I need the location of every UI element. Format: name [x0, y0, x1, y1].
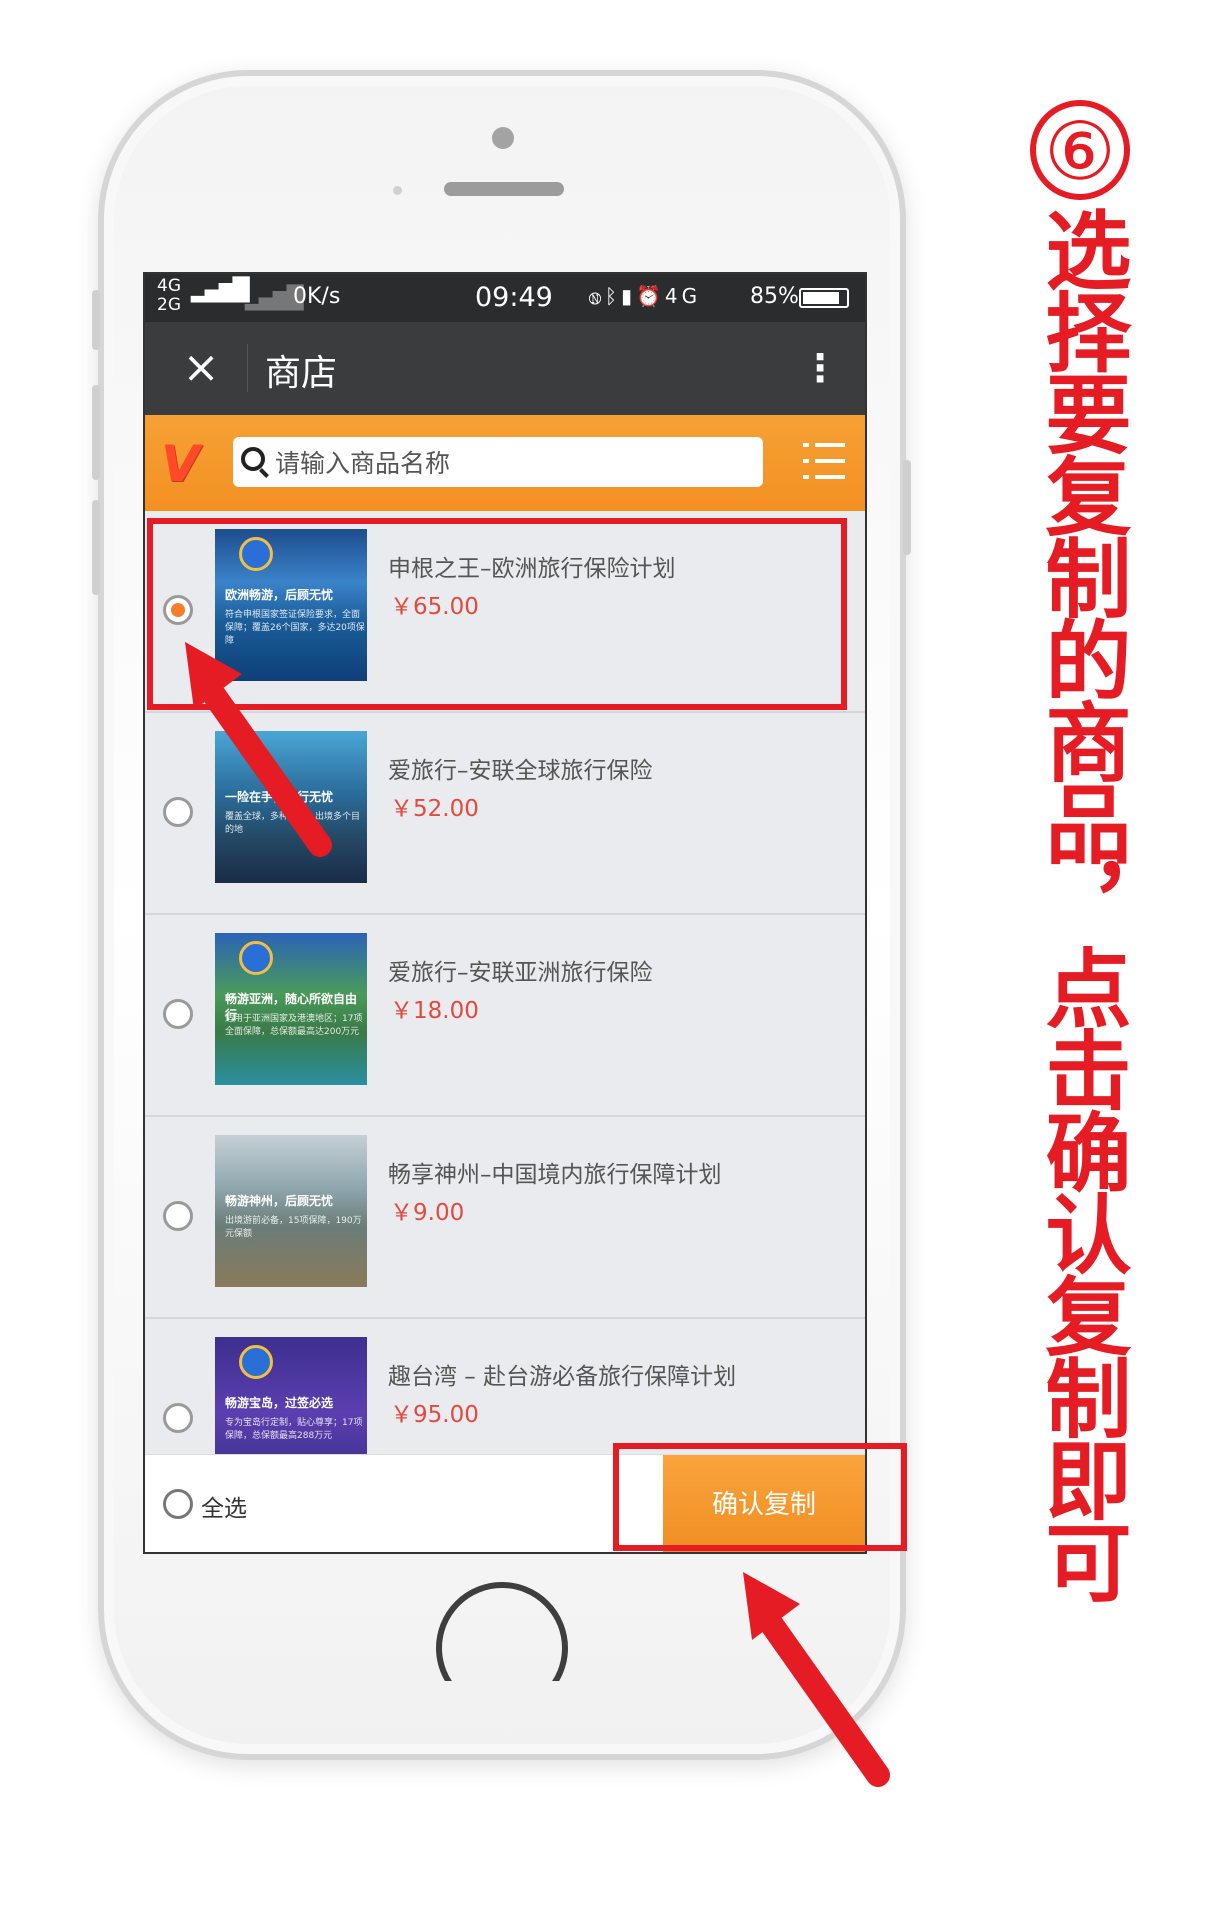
product-thumbnail: 畅游亚洲，随心所欲自由行 适用于亚洲国家及港澳地区；17项全面保障，总保额最高达…: [215, 933, 367, 1085]
title-divider: [247, 344, 248, 392]
power-button: [903, 460, 911, 555]
thumb-subcaption: 专为宝岛行定制，贴心尊享；17项保障，总保额最高288万元: [225, 1418, 363, 1441]
product-row[interactable]: 畅游亚洲，随心所欲自由行 适用于亚洲国家及港澳地区；17项全面保障，总保额最高达…: [145, 915, 865, 1117]
product-price: ￥9.00: [390, 1200, 465, 1226]
arrow-to-radio-icon: [185, 642, 332, 857]
title-bar: × 商店 ⋮: [145, 322, 865, 415]
earpiece-speaker: [444, 182, 564, 196]
thumb-subcaption: 出境游前必备，15项保障，190万元保额: [225, 1216, 362, 1239]
product-name: 畅享神州–中国境内旅行保障计划: [388, 1162, 722, 1188]
phone-screen: 4G 2G ▂▄▆█ ▂▄▆█ 0K/s 09:49 Ⓝᛒ▮⏰4G 85% × …: [143, 272, 867, 1554]
volume-up-button: [92, 385, 100, 480]
brand-badge-icon: [239, 1345, 273, 1379]
product-radio[interactable]: [163, 999, 193, 1029]
arrow-to-confirm-icon: [743, 1572, 890, 1787]
product-thumbnail: 畅游神州，后顾无忧 出境游前必备，15项保障，190万元保额: [215, 1135, 367, 1287]
nfc-icon: Ⓝ: [589, 284, 605, 308]
instruction-text: 选择要复制的商品，点击确认复制即可: [1030, 206, 1130, 1600]
step-number: ⑥: [1030, 100, 1130, 200]
product-radio[interactable]: [163, 1403, 193, 1433]
signal-labels: 4G 2G: [157, 277, 181, 315]
thumb-caption: 畅游宝岛，过签必选: [225, 1396, 334, 1410]
product-row[interactable]: 畅游神州，后顾无忧 出境游前必备，15项保障，190万元保额 畅享神州–中国境内…: [145, 1117, 865, 1319]
alarm-icon: ⏰: [636, 284, 665, 308]
select-all-label[interactable]: 全选: [201, 1489, 247, 1523]
instruction: ⑥ 选择要复制的商品，点击确认复制即可: [1015, 100, 1145, 1600]
mute-switch: [92, 290, 100, 350]
product-name: 爱旅行–安联全球旅行保险: [388, 758, 653, 784]
volume-down-button: [92, 500, 100, 595]
close-icon[interactable]: ×: [173, 340, 229, 396]
signal-4g-label: 4G: [157, 276, 181, 296]
network-speed: 0K/s: [293, 284, 341, 309]
select-all-radio[interactable]: [163, 1489, 193, 1519]
battery-icon: [799, 288, 849, 308]
product-price: ￥95.00: [390, 1402, 479, 1428]
thumb-caption: 畅游神州，后顾无忧: [225, 1194, 334, 1208]
bluetooth-icon: ᛒ: [605, 284, 621, 308]
tutorial-screenshot: 4G 2G ▂▄▆█ ▂▄▆█ 0K/s 09:49 Ⓝᛒ▮⏰4G 85% × …: [0, 0, 1224, 1923]
search-icon: [241, 447, 265, 471]
thumb-subcaption: 适用于亚洲国家及港澳地区；17项全面保障，总保额最高达200万元: [225, 1014, 363, 1037]
battery-percent: 85%: [750, 284, 799, 309]
page-title: 商店: [265, 353, 338, 394]
search-input[interactable]: [273, 443, 757, 483]
product-price: ￥52.00: [390, 796, 479, 822]
search-box[interactable]: [233, 437, 763, 487]
sim-icon: ▮: [621, 284, 637, 308]
brand-badge-icon: [239, 941, 273, 975]
clock: 09:49: [475, 282, 553, 313]
product-name: 爱旅行–安联亚洲旅行保险: [388, 960, 653, 986]
product-name: 趣台湾 – 赴台游必备旅行保障计划: [388, 1364, 737, 1390]
signal-2g-label: 2G: [157, 295, 181, 315]
product-radio[interactable]: [163, 1201, 193, 1231]
battery-fill: [803, 292, 839, 304]
list-menu-icon[interactable]: [803, 437, 845, 487]
front-camera: [492, 127, 514, 149]
signal-bars-icon: ▂▄▆█: [191, 278, 250, 303]
network-type-label: 4G: [664, 284, 702, 308]
more-options-icon[interactable]: ⋮: [801, 338, 839, 398]
confirm-button-highlight: [613, 1443, 907, 1551]
status-icons: Ⓝᛒ▮⏰4G: [589, 284, 701, 308]
proximity-sensor: [393, 186, 402, 195]
shop-logo: V: [161, 435, 200, 493]
status-bar: 4G 2G ▂▄▆█ ▂▄▆█ 0K/s 09:49 Ⓝᛒ▮⏰4G 85%: [145, 274, 865, 322]
search-bar: V: [145, 415, 865, 511]
product-price: ￥18.00: [390, 998, 479, 1024]
